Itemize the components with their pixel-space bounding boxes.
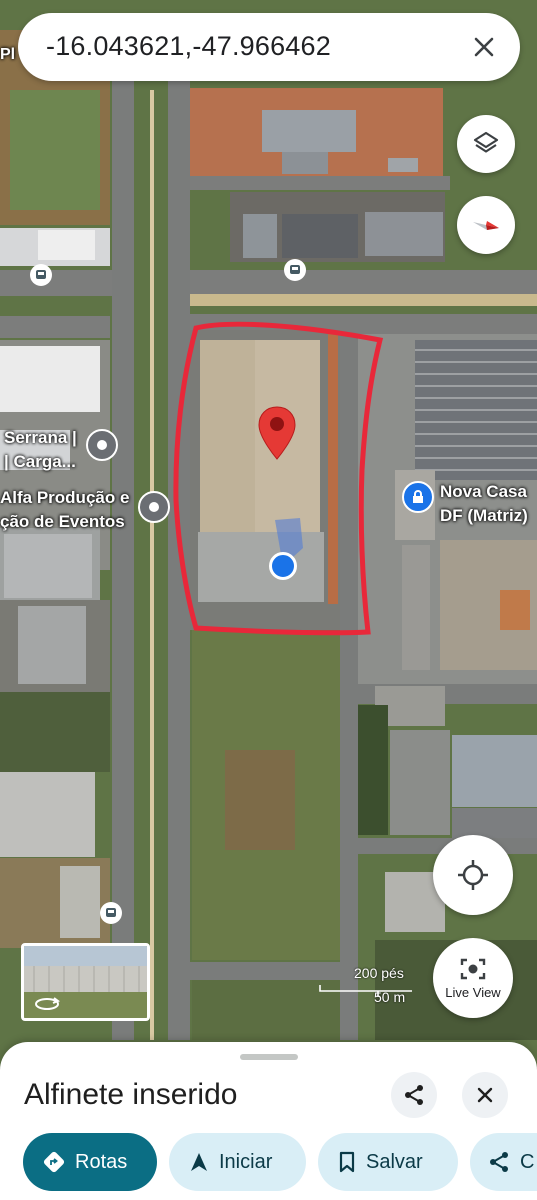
directions-button[interactable]: Rotas	[23, 1133, 157, 1191]
map-label-alfa-2[interactable]: ção de Eventos	[0, 511, 125, 532]
close-icon[interactable]	[466, 29, 502, 65]
map-label-nova-2[interactable]: DF (Matriz)	[440, 505, 528, 526]
map-label-serrana-1[interactable]: Serrana |	[4, 427, 77, 448]
lock-icon	[413, 490, 423, 503]
dropped-pin-icon[interactable]	[257, 405, 297, 461]
directions-icon	[43, 1151, 65, 1173]
share-chip[interactable]: C	[470, 1133, 537, 1191]
save-label: Salvar	[366, 1150, 423, 1173]
poi-pin-nova-casa[interactable]	[402, 481, 434, 513]
poi-pin-alfa[interactable]	[138, 491, 170, 523]
layers-button[interactable]	[457, 115, 515, 173]
map-label-corner: Pl	[0, 46, 16, 63]
share-chip-label: C	[520, 1150, 535, 1173]
search-bar[interactable]: -16.043621,-47.966462	[18, 13, 520, 81]
map-label-nova-1[interactable]: Nova Casa	[440, 481, 527, 502]
street-view-thumbnail[interactable]	[21, 943, 150, 1021]
share-icon	[405, 1085, 423, 1105]
my-location-dot	[269, 552, 297, 580]
live-view-icon	[460, 958, 486, 979]
close-icon	[477, 1087, 493, 1103]
directions-label: Rotas	[75, 1150, 128, 1173]
navigation-icon	[191, 1153, 207, 1171]
live-view-label: Live View	[445, 984, 501, 1000]
compass-button[interactable]	[457, 196, 515, 254]
share-button[interactable]	[391, 1072, 437, 1118]
share-icon	[490, 1152, 508, 1172]
start-label: Iniciar	[219, 1150, 273, 1173]
scale-bar: 200 pés 50 m	[318, 965, 414, 1005]
bottom-sheet[interactable]: Alfinete inserido Rotas Iniciar Salvar C	[0, 1042, 537, 1200]
start-button[interactable]: Iniciar	[169, 1133, 306, 1191]
bookmark-icon	[339, 1151, 355, 1173]
layers-icon	[473, 131, 499, 153]
my-location-button[interactable]	[433, 835, 513, 915]
bus-stop-icon[interactable]	[284, 259, 306, 281]
rotate-360-icon	[35, 997, 60, 1010]
map-label-alfa-1[interactable]: Alfa Produção e	[0, 487, 129, 508]
bus-stop-icon[interactable]	[30, 264, 52, 286]
search-query[interactable]: -16.043621,-47.966462	[46, 31, 331, 62]
poi-pin-serrana[interactable]	[86, 429, 118, 461]
bus-stop-icon[interactable]	[100, 902, 122, 924]
close-button[interactable]	[462, 1072, 508, 1118]
my-location-icon	[458, 860, 488, 890]
live-view-button[interactable]: Live View	[433, 938, 513, 1018]
save-button[interactable]: Salvar	[318, 1133, 458, 1191]
compass-icon	[473, 221, 499, 230]
place-title: Alfinete inserido	[24, 1078, 238, 1111]
scale-feet: 200 pés	[354, 965, 404, 981]
drag-handle[interactable]	[240, 1054, 298, 1060]
map-label-serrana-2[interactable]: | Carga...	[4, 451, 76, 472]
